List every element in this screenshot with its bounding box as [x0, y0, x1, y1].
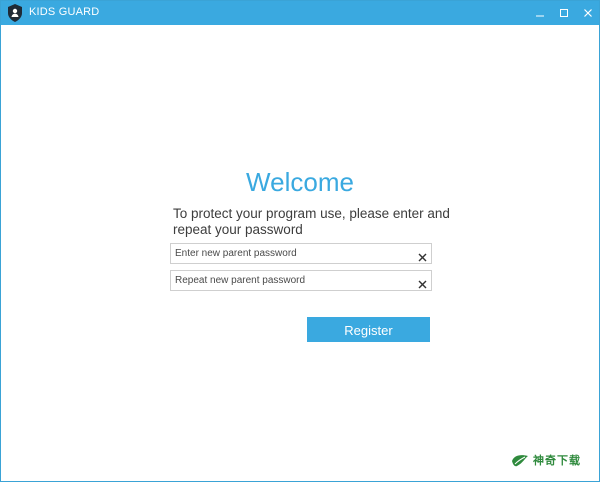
minimize-button[interactable]: [528, 1, 552, 25]
instructions-text: To protect your program use, please ente…: [173, 206, 450, 237]
repeat-password-input[interactable]: [175, 271, 411, 290]
new-password-input[interactable]: [175, 244, 411, 263]
maximize-button[interactable]: [552, 1, 576, 25]
repeat-password-field[interactable]: [170, 270, 432, 291]
close-icon: [584, 9, 592, 17]
maximize-icon: [560, 9, 568, 17]
register-button[interactable]: Register: [307, 317, 430, 342]
app-window: KIDS GUARD Welcome To protect your progr…: [0, 0, 600, 482]
window-title: KIDS GUARD: [29, 6, 100, 18]
minimize-icon: [536, 15, 544, 17]
title-bar[interactable]: KIDS GUARD: [1, 1, 599, 25]
leaf-logo-icon: [511, 453, 529, 474]
welcome-heading: Welcome: [246, 167, 354, 197]
watermark: 神奇下载: [511, 451, 591, 473]
clear-new-password-button[interactable]: [418, 249, 427, 262]
close-button[interactable]: [576, 1, 600, 25]
clear-icon: [418, 253, 427, 262]
clear-repeat-password-button[interactable]: [418, 276, 427, 289]
shield-logo-icon: [7, 4, 23, 22]
watermark-text: 神奇下载: [533, 455, 581, 467]
new-password-field[interactable]: [170, 243, 432, 264]
clear-icon: [418, 280, 427, 289]
